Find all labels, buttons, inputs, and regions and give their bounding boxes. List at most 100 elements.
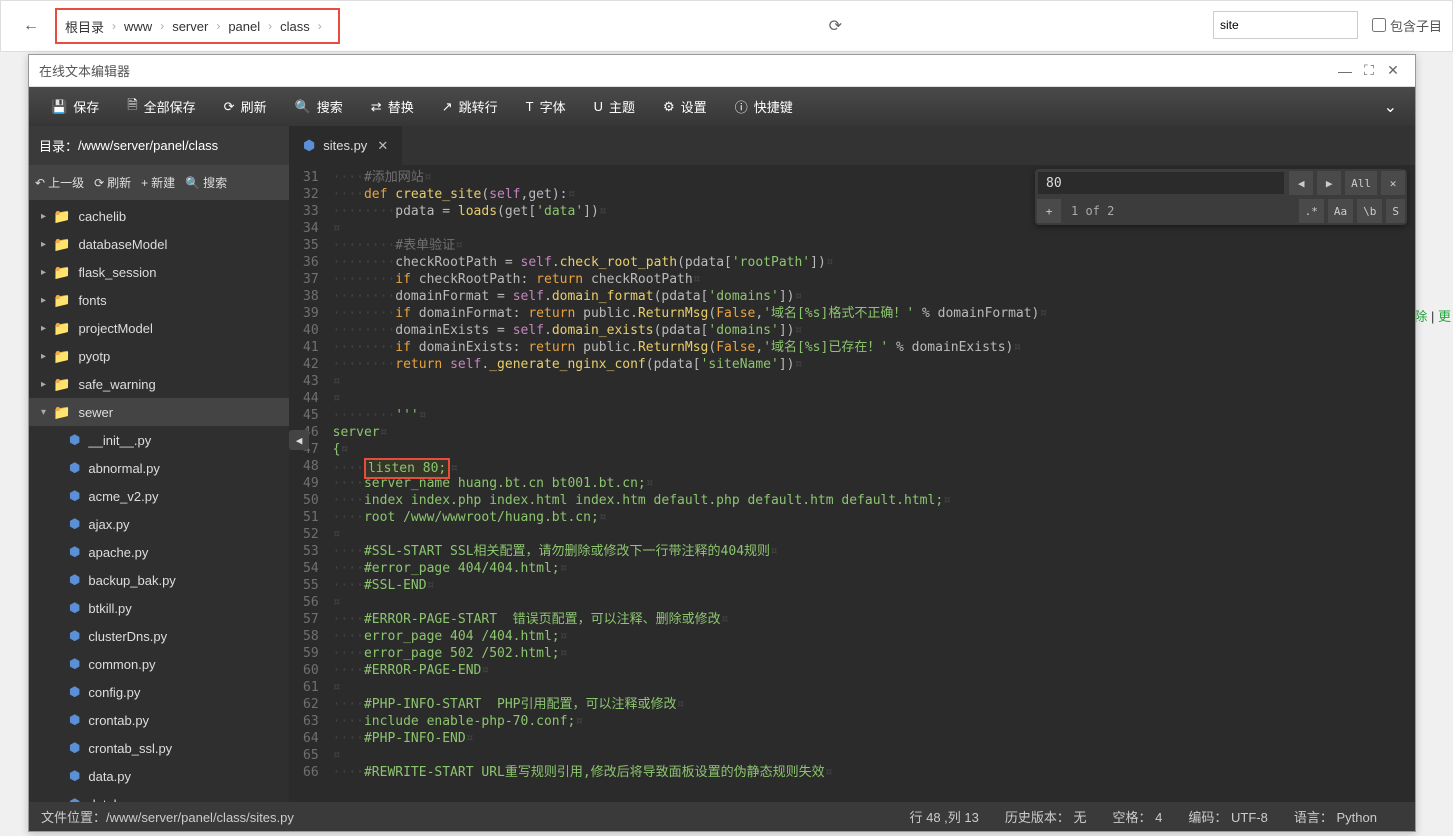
code-line-56[interactable]: ¤ [327,594,1415,611]
folder-pyotp[interactable]: ▸📁pyotp [29,342,289,370]
file-btkill.py[interactable]: ⬢btkill.py [29,594,289,622]
code-line-51[interactable]: ····root /www/wwwroot/huang.bt.cn;¤ [327,509,1415,526]
code-line-37[interactable]: ········if checkRootPath: return checkRo… [327,271,1415,288]
toolbar-保存[interactable]: 💾保存 [37,87,113,126]
file-ajax.py[interactable]: ⬢ajax.py [29,510,289,538]
folder-cachelib[interactable]: ▸📁cachelib [29,202,289,230]
code-line-64[interactable]: ····#PHP-INFO-END¤ [327,730,1415,747]
code-line-49[interactable]: ····server_name huang.bt.cn bt001.bt.cn;… [327,475,1415,492]
sidebar-action-刷新[interactable]: ⟳刷新 [94,174,131,191]
case-toggle[interactable]: Aa [1328,199,1353,223]
folder-fonts[interactable]: ▸📁fonts [29,286,289,314]
word-toggle[interactable]: \b [1357,199,1382,223]
more-link[interactable]: 更 [1438,309,1451,324]
toolbar-主题[interactable]: U主题 [580,87,649,126]
breadcrumb-item[interactable]: 根目录 [65,17,104,36]
code-line-43[interactable]: ¤ [327,373,1415,390]
folder-flask_session[interactable]: ▸📁flask_session [29,258,289,286]
tab-sites-py[interactable]: ⬢ sites.py ✕ [289,126,402,165]
code-line-54[interactable]: ····#error_page 404/404.html;¤ [327,560,1415,577]
file-tree[interactable]: ▸📁cachelib▸📁databaseModel▸📁flask_session… [29,200,289,802]
file-data.py[interactable]: ⬢data.py [29,762,289,790]
code-line-62[interactable]: ····#PHP-INFO-START PHP引用配置，可以注释或修改¤ [327,696,1415,713]
toolbar-快捷键[interactable]: ⓘ快捷键 [721,87,807,126]
file-crontab.py[interactable]: ⬢crontab.py [29,706,289,734]
back-button[interactable]: ← [11,17,51,35]
file-database.py[interactable]: ⬢database.py [29,790,289,802]
file-abnormal.py[interactable]: ⬢abnormal.py [29,454,289,482]
code-line-35[interactable]: ········#表单验证¤ [327,237,1415,254]
folder-sewer[interactable]: ▾📁sewer [29,398,289,426]
code-line-66[interactable]: ····#REWRITE-START URL重写规则引用,修改后将导致面板设置的… [327,764,1415,781]
code-line-38[interactable]: ········domainFormat = self.domain_forma… [327,288,1415,305]
file-config.py[interactable]: ⬢config.py [29,678,289,706]
code-line-42[interactable]: ········return self._generate_nginx_conf… [327,356,1415,373]
code-area[interactable]: ◀ 31323334353637383940414243444546474849… [289,165,1415,802]
toolbar-设置[interactable]: ⚙设置 [649,87,721,126]
selection-toggle[interactable]: S [1386,199,1405,223]
include-subdir-input[interactable] [1372,18,1386,32]
code-line-57[interactable]: ····#ERROR-PAGE-START 错误页配置，可以注释、删除或修改¤ [327,611,1415,628]
folder-projectModel[interactable]: ▸📁projectModel [29,314,289,342]
file-__init__.py[interactable]: ⬢__init__.py [29,426,289,454]
minimize-button[interactable]: — [1333,63,1357,79]
sidebar-action-新建[interactable]: +新建 [141,174,175,191]
find-close-button[interactable]: ✕ [1381,171,1405,195]
status-language[interactable]: 语言： Python [1294,807,1377,826]
maximize-button[interactable]: ⛶ [1357,62,1381,79]
breadcrumb-item[interactable]: class [280,19,310,34]
code-line-44[interactable]: ¤ [327,390,1415,407]
folder-safe_warning[interactable]: ▸📁safe_warning [29,370,289,398]
code-line-47[interactable]: {¤ [327,441,1415,458]
folder-databaseModel[interactable]: ▸📁databaseModel [29,230,289,258]
file-crontab_ssl.py[interactable]: ⬢crontab_ssl.py [29,734,289,762]
status-history[interactable]: 历史版本： 无 [1005,807,1087,826]
code-line-46[interactable]: server¤ [327,424,1415,441]
toolbar-刷新[interactable]: ⟳刷新 [210,87,281,126]
regex-toggle[interactable]: .* [1299,199,1324,223]
find-all-button[interactable]: All [1345,171,1377,195]
code-line-36[interactable]: ········checkRootPath = self.check_root_… [327,254,1415,271]
toolbar-字体[interactable]: T字体 [512,87,580,126]
collapse-toolbar-button[interactable]: ⌄ [1374,97,1407,117]
toolbar-跳转行[interactable]: ↗跳转行 [428,87,512,126]
code-line-65[interactable]: ¤ [327,747,1415,764]
find-input[interactable] [1038,172,1284,194]
file-apache.py[interactable]: ⬢apache.py [29,538,289,566]
code-line-61[interactable]: ¤ [327,679,1415,696]
code-line-53[interactable]: ····#SSL-START SSL相关配置，请勿删除或修改下一行带注释的404… [327,543,1415,560]
code-line-58[interactable]: ····error_page 404 /404.html;¤ [327,628,1415,645]
code-line-59[interactable]: ····error_page 502 /502.html;¤ [327,645,1415,662]
status-spaces[interactable]: 空格： 4 [1113,807,1163,826]
breadcrumb-item[interactable]: panel [228,19,260,34]
toolbar-替换[interactable]: ⇄替换 [357,87,428,126]
breadcrumb-item[interactable]: www [124,19,152,34]
toolbar-搜索[interactable]: 🔍搜索 [281,87,357,126]
code-line-52[interactable]: ¤ [327,526,1415,543]
file-backup_bak.py[interactable]: ⬢backup_bak.py [29,566,289,594]
breadcrumb-item[interactable]: server [172,19,208,34]
close-tab-icon[interactable]: ✕ [377,138,388,154]
find-add-button[interactable]: + [1037,199,1061,223]
code-line-48[interactable]: ····listen 80;¤ [327,458,1415,475]
file-common.py[interactable]: ⬢common.py [29,650,289,678]
code-content[interactable]: ····#添加网站¤····def create_site(self,get):… [327,165,1415,802]
code-line-60[interactable]: ····#ERROR-PAGE-END¤ [327,662,1415,679]
code-line-39[interactable]: ········if domainFormat: return public.R… [327,305,1415,322]
sidebar-action-搜索[interactable]: 🔍搜索 [185,174,227,191]
code-line-55[interactable]: ····#SSL-END¤ [327,577,1415,594]
code-line-45[interactable]: ········'''¤ [327,407,1415,424]
close-button[interactable]: ✕ [1381,62,1405,79]
sidebar-action-上一级[interactable]: ↶上一级 [35,174,84,191]
include-subdir-checkbox[interactable]: 包含子目 [1372,16,1442,35]
code-line-41[interactable]: ········if domainExists: return public.R… [327,339,1415,356]
status-cursor[interactable]: 行 48 ,列 13 [909,807,978,826]
find-next-button[interactable]: ▶ [1317,171,1341,195]
file-acme_v2.py[interactable]: ⬢acme_v2.py [29,482,289,510]
code-line-50[interactable]: ····index index.php index.html index.htm… [327,492,1415,509]
reload-icon[interactable]: ⟳ [829,16,842,36]
toolbar-全部保存[interactable]: 🗎全部保存 [113,87,209,126]
status-encoding[interactable]: 编码： UTF-8 [1188,807,1267,826]
search-input[interactable] [1213,11,1358,39]
file-clusterDns.py[interactable]: ⬢clusterDns.py [29,622,289,650]
